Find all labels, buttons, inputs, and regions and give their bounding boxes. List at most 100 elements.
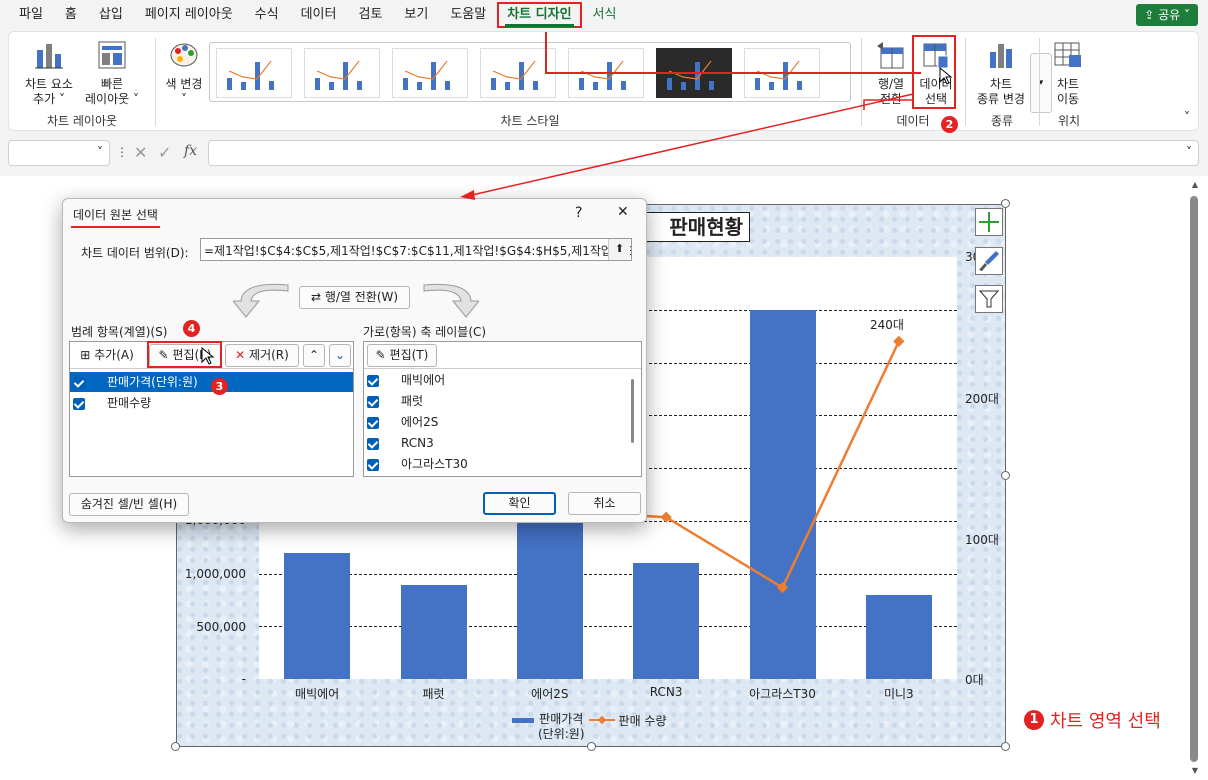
- thumbnail-line: [316, 60, 360, 80]
- checkbox[interactable]: [367, 458, 379, 471]
- palette-icon: [170, 43, 198, 67]
- edit-axis-labels-button[interactable]: ✎ 편집(T): [367, 344, 437, 367]
- data-label: 240대: [870, 318, 904, 332]
- tab-insert[interactable]: 삽입: [88, 0, 134, 30]
- legend-bar-marker: [512, 718, 534, 723]
- chart-style-2[interactable]: [304, 48, 380, 98]
- chart-legend[interactable]: 판매가격 (단위:원) 판매 수량: [512, 712, 667, 742]
- chevron-down-icon: ˅: [181, 92, 187, 106]
- cancel-icon[interactable]: ✕: [134, 143, 147, 162]
- collapse-ribbon-button[interactable]: ˅: [1179, 110, 1195, 125]
- axis-item[interactable]: 매빅에어: [367, 370, 445, 390]
- add-element-label-1: 차트 요소: [25, 77, 73, 91]
- tab-review[interactable]: 검토: [347, 0, 393, 30]
- checkbox[interactable]: [367, 374, 379, 387]
- hidden-empty-cells-button[interactable]: 숨겨진 셀/빈 셀(H): [69, 493, 189, 516]
- checkbox[interactable]: [73, 376, 85, 389]
- chart-styles-button[interactable]: [975, 247, 1003, 275]
- tab-home[interactable]: 홈: [54, 0, 88, 30]
- legend-line-marker: [588, 715, 615, 725]
- series-item[interactable]: 판매수량: [73, 393, 151, 413]
- tab-view[interactable]: 보기: [393, 0, 439, 30]
- x-tick-label: 에어2S: [531, 687, 569, 701]
- checkbox[interactable]: [73, 397, 85, 410]
- add-icon: ⊞: [80, 348, 95, 362]
- axis-labels-label: 가로(항목) 축 레이블(C): [363, 325, 487, 339]
- step-badge-4: 4: [183, 320, 200, 337]
- thumbnail-line: [580, 60, 624, 80]
- checkbox[interactable]: [367, 437, 379, 450]
- bar[interactable]: [633, 562, 700, 679]
- move-up-button[interactable]: ⌃: [303, 344, 325, 367]
- resize-handle[interactable]: [1001, 199, 1010, 208]
- help-button[interactable]: ?: [575, 205, 582, 221]
- ribbon-tabs: 파일 홈 삽입 페이지 레이아웃 수식 데이터 검토 보기 도움말 차트 디자인…: [0, 0, 1208, 30]
- change-colors-button[interactable]: 색 변경 ˅: [161, 36, 207, 107]
- move-down-button[interactable]: ⌄: [329, 344, 351, 367]
- enter-icon[interactable]: ✓: [158, 143, 171, 162]
- tab-help[interactable]: 도움말: [439, 0, 497, 30]
- switch-row-column-dialog-button[interactable]: ⇄ 행/열 전환(W): [299, 286, 410, 309]
- bar[interactable]: [284, 553, 351, 679]
- x-tick-label: RCN3: [649, 685, 683, 699]
- axis-item[interactable]: 패럿: [367, 391, 423, 411]
- x-tick-label: 패럿: [422, 687, 445, 701]
- chart-style-6[interactable]: [656, 48, 732, 98]
- move-chart-button[interactable]: 차트 이동: [1045, 36, 1091, 107]
- bar[interactable]: [400, 585, 467, 679]
- chart-style-4[interactable]: [480, 48, 556, 98]
- resize-handle[interactable]: [587, 742, 596, 751]
- add-chart-element-button[interactable]: 차트 요소 추가 ˅: [17, 36, 81, 107]
- series-item[interactable]: 판매가격(단위:원): [73, 372, 198, 392]
- axis-list-scrollbar[interactable]: [631, 379, 634, 443]
- thumbnail-line: [756, 60, 800, 80]
- bar[interactable]: [865, 594, 932, 679]
- vertical-scrollbar[interactable]: [1190, 196, 1198, 762]
- legend-bar-label: 판매가격 (단위:원): [538, 712, 585, 741]
- bar[interactable]: [516, 510, 583, 679]
- collapse-dialog-icon[interactable]: ⬆: [608, 239, 630, 260]
- scroll-down-icon[interactable]: ▼: [1192, 766, 1198, 775]
- cancel-button[interactable]: 취소: [568, 492, 641, 515]
- function-icon[interactable]: fx: [184, 143, 197, 159]
- tab-format[interactable]: 서식: [582, 0, 628, 30]
- remove-icon: ✕: [235, 348, 250, 362]
- bar[interactable]: [749, 309, 816, 679]
- quick-layout-button[interactable]: 빠른 레이아웃 ˅: [79, 36, 145, 107]
- resize-handle[interactable]: [1001, 471, 1010, 480]
- chart-filters-button[interactable]: [975, 285, 1003, 313]
- change-chart-type-button[interactable]: 차트 종류 변경: [971, 36, 1031, 107]
- axis-item[interactable]: 아그라스T30: [367, 454, 468, 474]
- group-label-chart-styles: 차트 스타일: [500, 114, 560, 128]
- chart-elements-button[interactable]: [975, 208, 1003, 236]
- remove-series-button[interactable]: ✕ 제거(R): [225, 344, 299, 367]
- checkbox[interactable]: [367, 416, 379, 429]
- resize-handle[interactable]: [1001, 742, 1010, 751]
- tab-formulas[interactable]: 수식: [244, 0, 290, 30]
- tab-page-layout[interactable]: 페이지 레이아웃: [134, 0, 244, 30]
- axis-item[interactable]: 에어2S: [367, 412, 438, 432]
- tab-file[interactable]: 파일: [8, 0, 54, 30]
- chart-style-1[interactable]: [216, 48, 292, 98]
- name-box[interactable]: ˅: [8, 140, 110, 166]
- tab-chart-design[interactable]: 차트 디자인: [497, 2, 582, 28]
- chart-style-5[interactable]: [568, 48, 644, 98]
- switch-rowcol-label-2: 전환: [879, 92, 903, 106]
- chart-style-7[interactable]: [744, 48, 820, 98]
- ok-button[interactable]: 확인: [483, 492, 556, 515]
- group-label-chart-layout: 차트 레이아웃: [46, 114, 118, 128]
- chart-range-input[interactable]: =제1작업!$C$4:$C$5,제1작업!$C$7:$C$11,제1작업!$G$…: [200, 238, 632, 261]
- scroll-up-icon[interactable]: ▲: [1192, 180, 1198, 189]
- chart-style-3[interactable]: [392, 48, 468, 98]
- close-button[interactable]: ✕: [617, 204, 629, 220]
- axis-item[interactable]: RCN3: [367, 433, 434, 453]
- switch-row-column-button[interactable]: 행/열 전환: [867, 36, 915, 107]
- formula-input[interactable]: ˅: [208, 140, 1199, 166]
- share-button[interactable]: ⇪ 공유 ˅: [1136, 4, 1198, 26]
- step-badge-3: 3: [211, 378, 228, 395]
- add-series-button[interactable]: ⊞ 추가(A): [73, 344, 141, 367]
- chart-styles-gallery[interactable]: ▾: [209, 42, 1052, 113]
- resize-handle[interactable]: [171, 742, 180, 751]
- checkbox[interactable]: [367, 395, 379, 408]
- tab-data[interactable]: 데이터: [290, 0, 348, 30]
